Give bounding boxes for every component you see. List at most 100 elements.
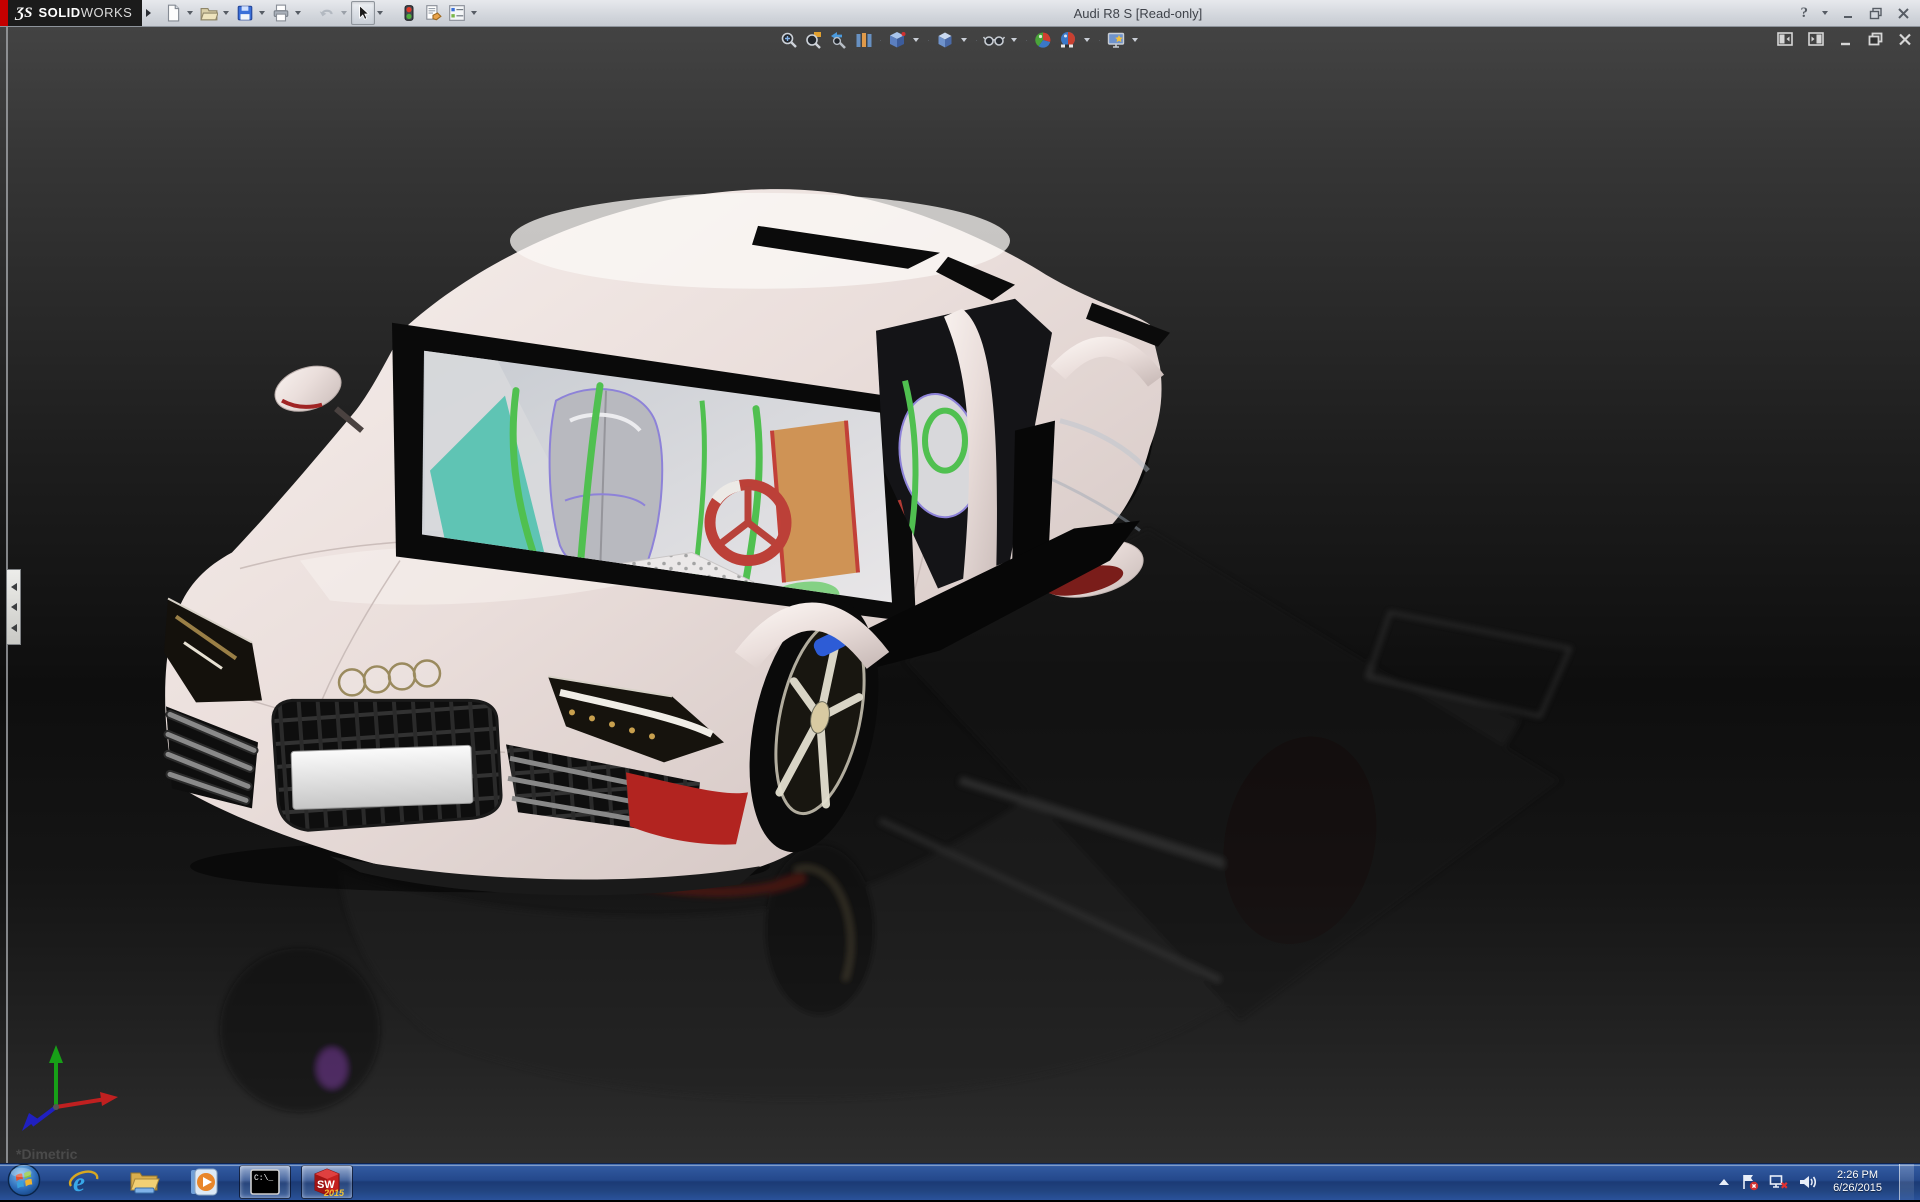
cmd-label: C:\_ xyxy=(254,1174,273,1183)
taskbar-command-prompt[interactable]: C:\_ xyxy=(239,1165,291,1199)
menu-expand-arrow[interactable] xyxy=(146,9,151,17)
window-controls: ? xyxy=(1795,5,1920,22)
open-folder-icon xyxy=(200,4,218,22)
zoom-to-area-button[interactable] xyxy=(803,29,825,51)
left-mirror xyxy=(269,358,362,430)
section-view-icon xyxy=(854,30,874,50)
document-window-controls xyxy=(1777,32,1912,46)
doc-close-button[interactable] xyxy=(1898,33,1912,46)
x-axis xyxy=(56,1099,106,1107)
open-dropdown[interactable] xyxy=(223,11,229,15)
section-view-button[interactable] xyxy=(853,29,875,51)
start-button[interactable] xyxy=(6,1163,42,1202)
undo-button[interactable] xyxy=(315,1,339,25)
display-style-button[interactable] xyxy=(934,29,956,51)
view-orientation-button[interactable] xyxy=(886,29,908,51)
help-dropdown[interactable] xyxy=(1822,11,1828,15)
triad-origin xyxy=(53,1104,59,1110)
show-display-pane-button[interactable] xyxy=(1808,32,1824,46)
taskbar-media-player[interactable] xyxy=(188,1166,220,1198)
display-style-cube-icon xyxy=(935,30,955,50)
doc-restore-button[interactable] xyxy=(1868,32,1883,46)
network-disconnected-icon[interactable] xyxy=(1769,1173,1789,1191)
options-dropdown[interactable] xyxy=(471,11,477,15)
taskbar-internet-explorer[interactable]: e xyxy=(68,1166,100,1198)
show-hidden-icons-button[interactable] xyxy=(1717,1177,1731,1187)
hud-separator: · xyxy=(879,35,882,45)
previous-view-button[interactable] xyxy=(828,29,850,51)
view-orientation-label: *Dimetric xyxy=(16,1146,77,1162)
select-tool-button[interactable] xyxy=(351,1,375,25)
options-icon xyxy=(448,4,466,22)
collapse-arrow-icon xyxy=(11,624,17,632)
command-prompt-icon: C:\_ xyxy=(250,1169,280,1195)
graphics-area[interactable]: · · · xyxy=(0,27,1920,1164)
new-document-button[interactable] xyxy=(161,1,185,25)
help-button[interactable]: ? xyxy=(1801,5,1809,22)
taskbar-windows-explorer[interactable] xyxy=(128,1166,160,1198)
system-tray: 2:26 PM 6/26/2015 xyxy=(1717,1164,1920,1200)
orientation-triad[interactable] xyxy=(12,1031,122,1136)
apply-scene-dropdown[interactable] xyxy=(1084,38,1090,42)
hud-separator: · xyxy=(1025,35,1028,45)
undo-icon xyxy=(318,4,336,22)
taskbar-solidworks[interactable]: SW 2015 xyxy=(301,1165,353,1199)
apply-scene-icon xyxy=(1058,30,1078,50)
ds-logo-mark: ƷS xyxy=(16,5,32,22)
select-cursor-icon xyxy=(354,4,372,22)
taskbar-clock[interactable]: 2:26 PM 6/26/2015 xyxy=(1833,1169,1882,1195)
undo-dropdown[interactable] xyxy=(341,11,347,15)
x-axis-arrow xyxy=(100,1092,118,1106)
view-orientation-dropdown[interactable] xyxy=(913,38,919,42)
file-properties-button[interactable] xyxy=(421,1,445,25)
view-settings-icon xyxy=(1106,30,1126,50)
collapse-arrow-icon xyxy=(11,603,17,611)
zoom-to-fit-button[interactable] xyxy=(778,29,800,51)
show-desktop-button[interactable] xyxy=(1899,1164,1914,1200)
view-settings-dropdown[interactable] xyxy=(1132,38,1138,42)
print-button[interactable] xyxy=(269,1,293,25)
display-style-dropdown[interactable] xyxy=(961,38,967,42)
select-dropdown[interactable] xyxy=(377,11,383,15)
y-axis-arrow xyxy=(49,1045,63,1063)
action-center-icon[interactable] xyxy=(1740,1173,1760,1191)
hud-separator: · xyxy=(1098,35,1101,45)
model-audi-r8 xyxy=(0,27,1920,1164)
view-settings-button[interactable] xyxy=(1105,29,1127,51)
hide-show-dropdown[interactable] xyxy=(1011,38,1017,42)
edit-appearance-button[interactable] xyxy=(1032,29,1054,51)
options-button[interactable] xyxy=(445,1,469,25)
close-button[interactable] xyxy=(1897,7,1910,20)
open-button[interactable] xyxy=(197,1,221,25)
doc-minimize-button[interactable] xyxy=(1839,33,1853,46)
rebuild-button[interactable] xyxy=(397,1,421,25)
clock-time: 2:26 PM xyxy=(1833,1169,1882,1182)
file-properties-icon xyxy=(424,4,442,22)
save-dropdown[interactable] xyxy=(259,11,265,15)
previous-view-icon xyxy=(829,30,849,50)
z-axis xyxy=(32,1107,56,1125)
save-button[interactable] xyxy=(233,1,257,25)
main-toolbar xyxy=(161,0,481,26)
apply-scene-button[interactable] xyxy=(1057,29,1079,51)
zoom-to-area-icon xyxy=(804,30,824,50)
solidworks-logo[interactable]: ƷS SOLIDWORKS xyxy=(8,0,142,26)
new-dropdown[interactable] xyxy=(187,11,193,15)
solidworks-2015-icon: SW 2015 xyxy=(310,1166,344,1198)
view-orientation-cube-icon xyxy=(887,30,907,50)
window-title: Audi R8 S [Read-only] xyxy=(481,6,1794,21)
sw-year: 2015 xyxy=(323,1188,344,1198)
glasses-icon xyxy=(983,30,1005,50)
clock-date: 6/26/2015 xyxy=(1833,1182,1882,1195)
restore-button[interactable] xyxy=(1869,7,1883,20)
print-dropdown[interactable] xyxy=(295,11,301,15)
minimize-button[interactable] xyxy=(1842,7,1855,20)
show-feature-pane-button[interactable] xyxy=(1777,32,1793,46)
zoom-to-fit-icon xyxy=(779,30,799,50)
hide-show-items-button[interactable] xyxy=(982,29,1006,51)
volume-icon[interactable] xyxy=(1798,1173,1818,1191)
solidworks-window: ƷS SOLIDWORKS xyxy=(0,0,1920,1200)
hud-separator: · xyxy=(975,35,978,45)
folder-icon xyxy=(128,1166,160,1198)
feature-pane-tab[interactable] xyxy=(6,569,21,645)
